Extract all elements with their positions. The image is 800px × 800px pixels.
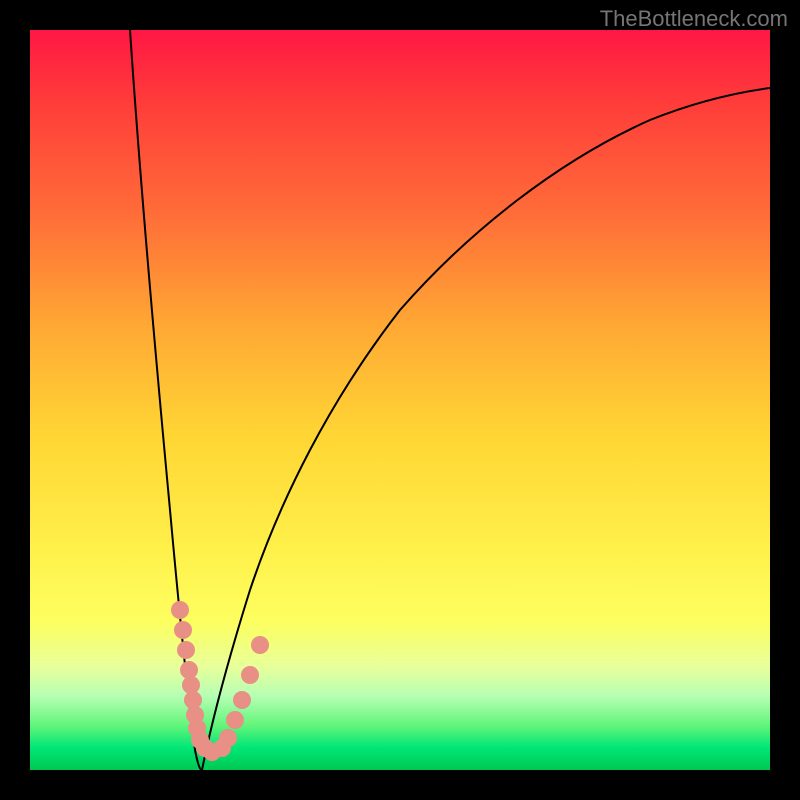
marker-dot <box>174 621 192 639</box>
marker-dot <box>241 666 259 684</box>
attribution-text: TheBottleneck.com <box>600 6 788 32</box>
marker-dot <box>251 636 269 654</box>
curves-svg <box>30 30 770 770</box>
marker-group-right <box>213 636 269 757</box>
right-curve <box>202 88 770 770</box>
plot-area <box>30 30 770 770</box>
marker-dot <box>177 641 195 659</box>
marker-dot <box>219 729 237 747</box>
marker-dot <box>226 711 244 729</box>
marker-dot <box>171 601 189 619</box>
chart-frame: TheBottleneck.com <box>0 0 800 800</box>
left-curve <box>130 30 202 770</box>
marker-group-left <box>171 601 221 761</box>
marker-dot <box>233 691 251 709</box>
